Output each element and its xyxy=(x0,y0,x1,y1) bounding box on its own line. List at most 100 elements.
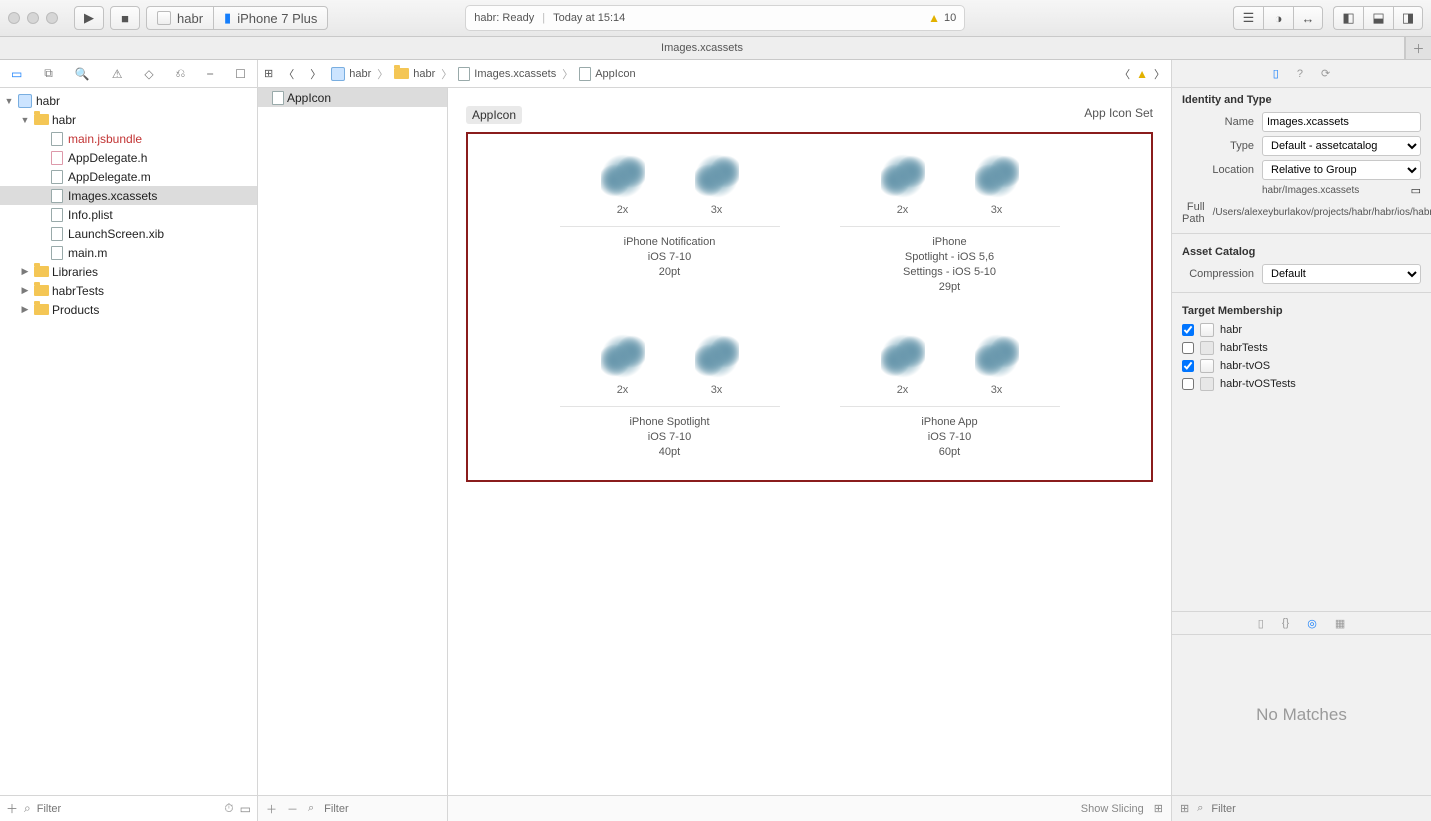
add-asset-icon[interactable]: ＋ xyxy=(266,801,277,817)
toggle-inspector-button[interactable]: ◨ xyxy=(1393,6,1423,30)
tree-folder[interactable]: ▶Products xyxy=(0,300,257,319)
toggle-debug-button[interactable]: ⬓ xyxy=(1363,6,1393,30)
toolbar: ▶ ■ habr ▮ iPhone 7 Plus habr: Ready | T… xyxy=(0,0,1431,37)
prev-issue-icon[interactable]: 〈 xyxy=(1119,66,1130,82)
navigator-filter-input[interactable] xyxy=(37,803,219,815)
tree-file[interactable]: AppDelegate.h xyxy=(0,148,257,167)
tree-folder[interactable]: ▶Libraries xyxy=(0,262,257,281)
icon-slot[interactable]: 2x xyxy=(601,154,645,216)
code-snippet-library-icon[interactable]: {} xyxy=(1282,617,1289,629)
tree-file[interactable]: main.m xyxy=(0,243,257,262)
standard-editor-button[interactable]: ☰ xyxy=(1233,6,1263,30)
tree-file[interactable]: Info.plist xyxy=(0,205,257,224)
object-library-icon[interactable]: ◎ xyxy=(1307,617,1317,630)
document-tab[interactable]: Images.xcassets xyxy=(0,37,1405,59)
scheme-target[interactable]: habr xyxy=(146,6,213,30)
toggle-navigator-button[interactable]: ◧ xyxy=(1333,6,1363,30)
icon-scale-label: 2x xyxy=(897,384,909,396)
icon-slot[interactable]: 2x xyxy=(601,334,645,396)
scm-filter-icon[interactable]: ▭ xyxy=(240,802,251,816)
crumb-group[interactable]: habr xyxy=(413,68,435,80)
icon-slot[interactable]: 2x xyxy=(881,334,925,396)
file-inspector-icon[interactable]: ▯ xyxy=(1273,67,1279,80)
tree-file[interactable]: Images.xcassets xyxy=(0,186,257,205)
target-membership-row: habr xyxy=(1172,321,1431,339)
media-library-icon[interactable]: ▦ xyxy=(1335,617,1345,630)
close-window-icon[interactable] xyxy=(8,12,20,24)
test-navigator-icon[interactable]: ◇ xyxy=(144,67,153,81)
crumb-iconset[interactable]: AppIcon xyxy=(595,68,635,80)
related-items-icon[interactable]: ⊞ xyxy=(264,67,273,80)
warning-count[interactable]: ▲ 10 xyxy=(928,11,956,25)
recent-filter-icon[interactable]: ⏱ xyxy=(224,801,233,816)
icon-slot[interactable]: 3x xyxy=(695,334,739,396)
back-button-icon[interactable]: 〈 xyxy=(277,66,300,82)
icon-thumbnail xyxy=(975,334,1019,378)
crumb-asset[interactable]: Images.xcassets xyxy=(474,68,556,80)
identity-section-header: Identity and Type xyxy=(1172,88,1431,110)
issue-warning-icon[interactable]: ▲ xyxy=(1136,67,1148,81)
report-navigator-icon[interactable]: ☐ xyxy=(235,67,246,81)
run-button[interactable]: ▶ xyxy=(74,6,104,30)
zoom-window-icon[interactable] xyxy=(46,12,58,24)
compression-label: Compression xyxy=(1182,268,1254,280)
version-editor-button[interactable]: ↔ xyxy=(1293,6,1323,30)
tree-file[interactable]: AppDelegate.m xyxy=(0,167,257,186)
symbol-navigator-icon[interactable]: ⧉ xyxy=(44,66,53,81)
compression-select[interactable]: Default xyxy=(1262,264,1421,284)
icon-slot[interactable]: 3x xyxy=(975,154,1019,216)
scheme-selector[interactable]: habr ▮ iPhone 7 Plus xyxy=(146,6,328,30)
tree-folder[interactable]: ▶habrTests xyxy=(0,281,257,300)
quickhelp-inspector-icon[interactable]: ? xyxy=(1297,68,1303,80)
icon-scale-label: 2x xyxy=(617,204,629,216)
tree-project[interactable]: ▼habr xyxy=(0,91,257,110)
icon-scale-label: 2x xyxy=(617,384,629,396)
show-slicing-button[interactable]: Show Slicing xyxy=(1081,803,1144,815)
target-checkbox[interactable] xyxy=(1182,360,1194,372)
new-tab-button[interactable]: ＋ xyxy=(1405,37,1431,59)
minimize-window-icon[interactable] xyxy=(27,12,39,24)
icon-slot[interactable]: 3x xyxy=(975,334,1019,396)
library-grid-icon[interactable]: ⊞ xyxy=(1180,802,1189,815)
assistant-editor-button[interactable]: ◑ xyxy=(1263,6,1293,30)
tree-file[interactable]: LaunchScreen.xib xyxy=(0,224,257,243)
tree-group[interactable]: ▼habr xyxy=(0,110,257,129)
location-path: habr/Images.xcassets xyxy=(1262,185,1403,197)
remove-asset-icon[interactable]: － xyxy=(287,801,298,817)
type-select[interactable]: Default - assetcatalog xyxy=(1262,136,1421,156)
target-checkbox[interactable] xyxy=(1182,324,1194,336)
asset-icon xyxy=(458,67,470,81)
tree-file[interactable]: main.jsbundle xyxy=(0,129,257,148)
issue-navigator-icon[interactable]: ⚠ xyxy=(112,67,123,81)
breakpoint-navigator-icon[interactable]: ⎯ xyxy=(207,66,213,81)
file-template-library-icon[interactable]: ▯ xyxy=(1258,617,1264,630)
target-checkbox[interactable] xyxy=(1182,378,1194,390)
stop-button[interactable]: ■ xyxy=(110,6,140,30)
target-label: habr xyxy=(1220,324,1242,336)
fullpath-label: Full Path xyxy=(1182,201,1205,225)
document-tabbar: Images.xcassets ＋ xyxy=(0,37,1431,60)
asset-list-bottom: ＋ － ⌕ xyxy=(258,795,447,821)
choose-location-icon[interactable]: ▭ xyxy=(1411,184,1421,197)
forward-button-icon[interactable]: 〉 xyxy=(304,66,327,82)
attributes-inspector-icon[interactable]: ⟳ xyxy=(1321,67,1330,80)
find-navigator-icon[interactable]: 🔍 xyxy=(75,67,90,81)
next-issue-icon[interactable]: 〉 xyxy=(1154,66,1165,82)
icon-slot-group: 2x3xiPhoneSpotlight - iOS 5,6Settings - … xyxy=(840,154,1060,294)
asset-item-appicon[interactable]: AppIcon xyxy=(258,88,447,107)
scheme-device[interactable]: ▮ iPhone 7 Plus xyxy=(213,6,328,30)
icon-slot[interactable]: 2x xyxy=(881,154,925,216)
location-select[interactable]: Relative to Group xyxy=(1262,160,1421,180)
target-checkbox[interactable] xyxy=(1182,342,1194,354)
add-button-icon[interactable]: ＋ xyxy=(6,800,18,817)
project-navigator-icon[interactable]: ▭ xyxy=(11,67,22,81)
grid-view-icon[interactable]: ⊞ xyxy=(1154,802,1163,815)
crumb-project[interactable]: habr xyxy=(349,68,371,80)
library-filter-input[interactable] xyxy=(1211,803,1423,815)
debug-navigator-icon[interactable]: ⎌ xyxy=(176,66,186,81)
asset-editor: AppIcon ＋ － ⌕ AppIcon App Icon Set 2x3xi… xyxy=(258,88,1171,821)
name-field[interactable] xyxy=(1262,112,1421,132)
icon-slot[interactable]: 3x xyxy=(695,154,739,216)
target-label: habr-tvOS xyxy=(1220,360,1270,372)
scheme-target-label: habr xyxy=(177,11,203,26)
